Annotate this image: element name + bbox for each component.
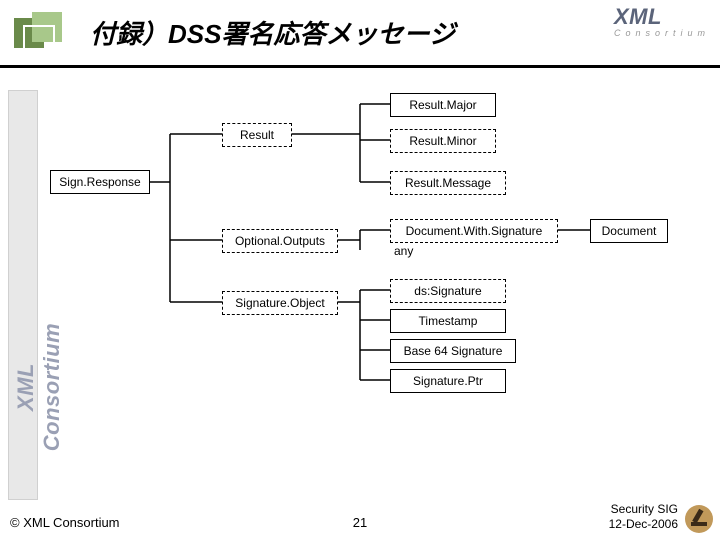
logo: XML Consortium	[614, 4, 710, 38]
connector-lines	[50, 90, 710, 492]
footer-right: Security SIG 12-Dec-2006	[609, 502, 678, 532]
node-timestamp: Timestamp	[390, 309, 506, 333]
footer-line2: 12-Dec-2006	[609, 517, 678, 532]
header: 付録）DSS署名応答メッセージ XML Consortium	[0, 0, 720, 68]
node-optional-outputs: Optional.Outputs	[222, 229, 338, 253]
node-ds-signature: ds:Signature	[390, 279, 506, 303]
label-any: any	[394, 244, 413, 258]
slide-number: 21	[353, 515, 367, 530]
diagram: Sign.Response Result Result.Major Result…	[50, 90, 710, 492]
node-signature-ptr: Signature.Ptr	[390, 369, 506, 393]
node-result-message: Result.Message	[390, 171, 506, 195]
node-sign-response: Sign.Response	[50, 170, 150, 194]
footer-line1: Security SIG	[609, 502, 678, 517]
page-title: 付録）DSS署名応答メッセージ	[90, 14, 455, 51]
side-band: XML Consortium	[8, 90, 38, 500]
node-document-with-signature: Document.With.Signature	[390, 219, 558, 243]
node-base64-signature: Base 64 Signature	[390, 339, 516, 363]
logo-main: XML	[614, 4, 662, 29]
node-result-major: Result.Major	[390, 93, 496, 117]
node-signature-object: Signature.Object	[222, 291, 338, 315]
footer-copyright: © XML Consortium	[10, 515, 120, 530]
node-document: Document	[590, 219, 668, 243]
node-result: Result	[222, 123, 292, 147]
header-deco-icon	[14, 12, 70, 60]
node-result-minor: Result.Minor	[390, 129, 496, 153]
logo-sub: Consortium	[614, 28, 710, 38]
gavel-icon	[684, 504, 714, 534]
